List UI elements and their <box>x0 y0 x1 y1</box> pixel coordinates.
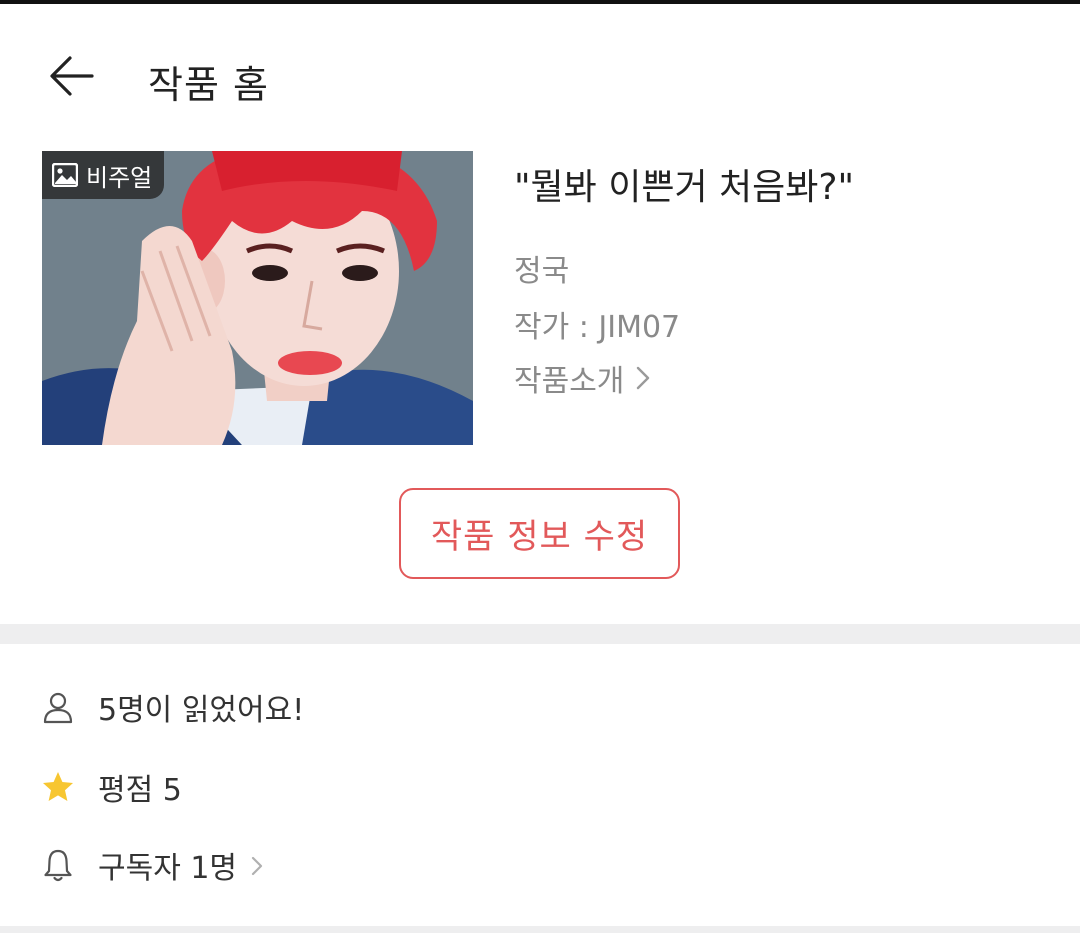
image-icon <box>51 162 79 188</box>
star-icon <box>40 769 76 805</box>
visual-badge: 비주얼 <box>42 151 165 199</box>
section-divider <box>0 624 1080 644</box>
page-title: 작품 홈 <box>148 63 269 107</box>
work-intro-link[interactable]: 작품소개 <box>514 356 652 400</box>
work-title: "뭘봐 이쁜거 처음봐?" <box>514 167 855 208</box>
header: 작품 홈 <box>0 4 1080 134</box>
visual-badge-label: 비주얼 <box>86 163 153 192</box>
author-name: 작가 : JIM07 <box>514 310 681 345</box>
readers-count: 5명이 읽었어요! <box>98 693 305 728</box>
bottom-divider <box>0 926 1080 933</box>
character-name: 정국 <box>514 254 570 289</box>
back-arrow-icon <box>40 44 104 108</box>
work-intro-label: 작품소개 <box>514 364 625 399</box>
chevron-right-icon <box>249 852 265 878</box>
edit-work-info-button[interactable]: 작품 정보 수정 <box>399 488 680 579</box>
chevron-right-icon <box>634 364 652 392</box>
rating-row: 평점 5 <box>40 757 182 817</box>
rating-value: 평점 5 <box>98 773 182 808</box>
bell-icon <box>40 847 76 883</box>
back-button[interactable] <box>40 44 104 108</box>
subscribers-row[interactable]: 구독자 1명 <box>40 835 265 895</box>
person-icon <box>40 689 76 725</box>
subscribers-count: 구독자 1명 <box>98 851 238 886</box>
readers-row: 5명이 읽었어요! <box>40 677 304 737</box>
